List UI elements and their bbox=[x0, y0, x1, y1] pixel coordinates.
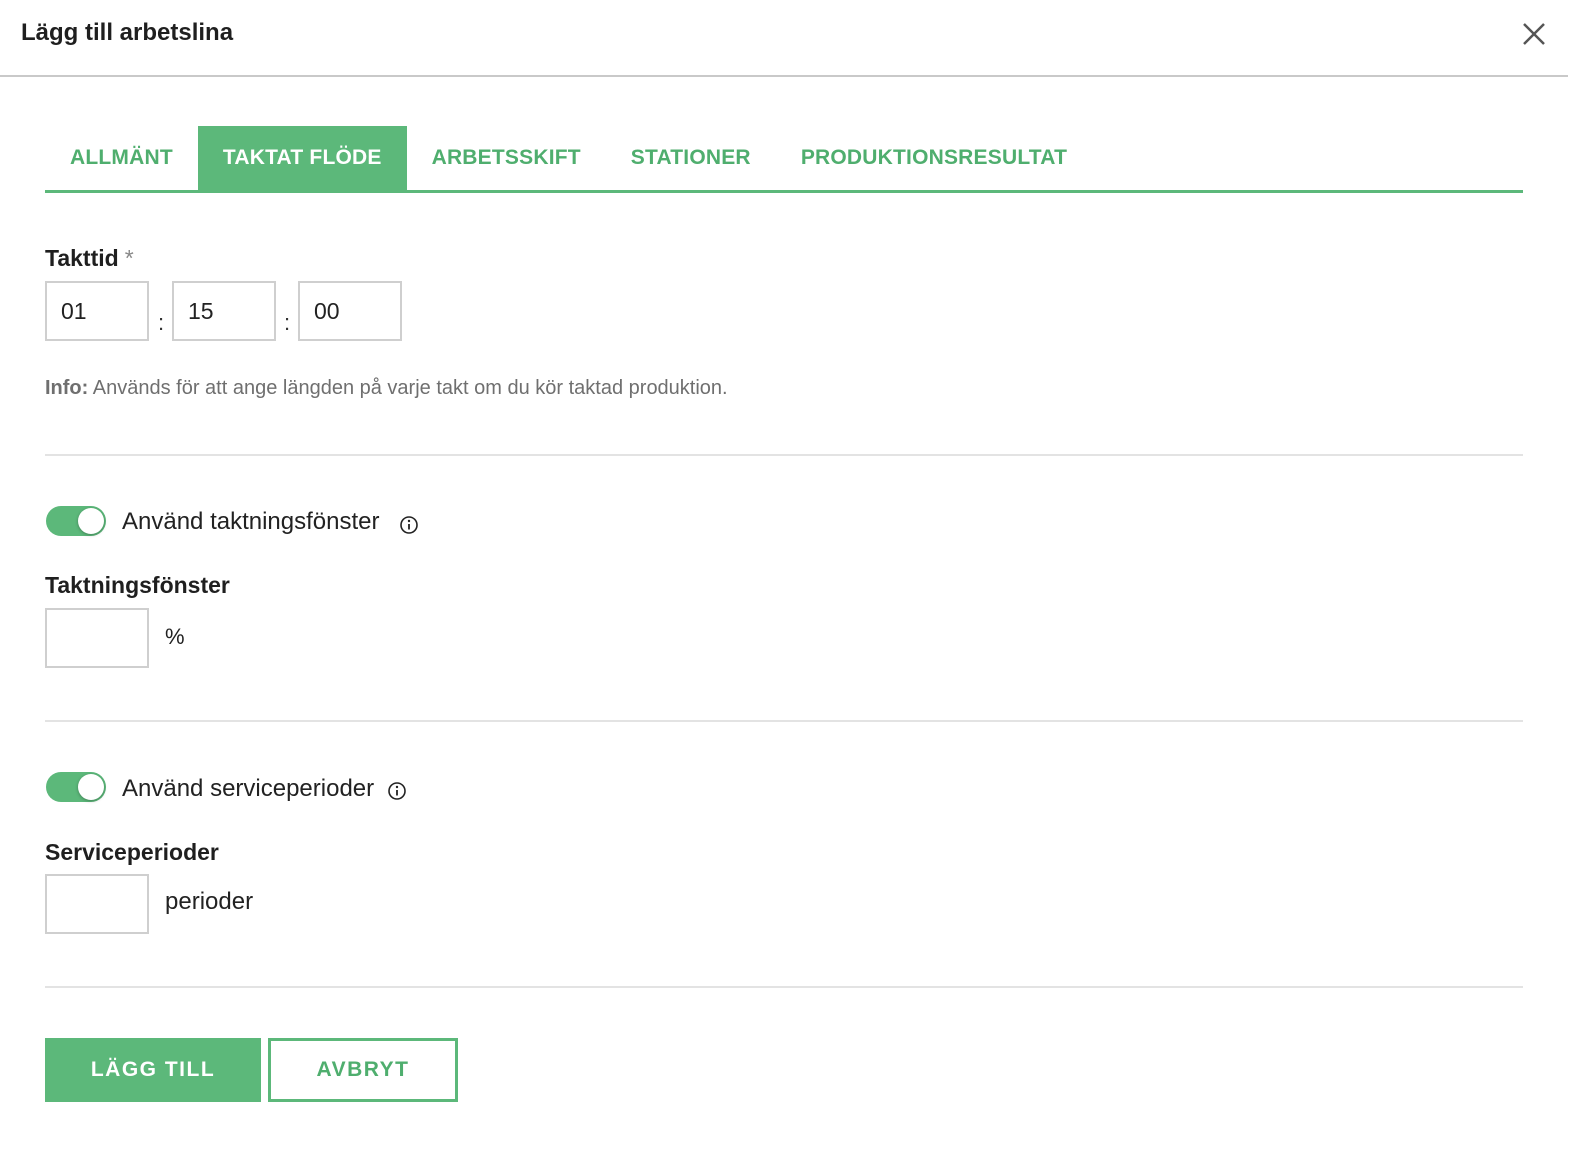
takttid-label-text: Takttid bbox=[45, 245, 119, 271]
add-button[interactable]: LÄGG TILL bbox=[45, 1038, 261, 1102]
percent-unit: % bbox=[165, 624, 185, 649]
info-text: Används för att ange längden på varje ta… bbox=[88, 377, 728, 399]
required-marker: * bbox=[124, 245, 134, 271]
tab-arbetsskift[interactable]: ARBETSSKIFT bbox=[407, 126, 606, 190]
time-separator: : bbox=[284, 310, 291, 335]
info-icon[interactable] bbox=[387, 781, 407, 801]
takttid-seconds-input[interactable] bbox=[298, 281, 402, 341]
serviceperioder-input[interactable] bbox=[45, 874, 149, 934]
divider bbox=[45, 454, 1523, 456]
taktningsfonster-label: Taktningsfönster bbox=[45, 572, 230, 598]
takttid-hours-input[interactable] bbox=[45, 281, 149, 341]
toggle-knob bbox=[78, 774, 104, 800]
time-separator: : bbox=[158, 310, 165, 335]
tab-stationer[interactable]: STATIONER bbox=[606, 126, 776, 190]
taktningsfonster-input[interactable] bbox=[45, 608, 149, 668]
divider bbox=[45, 986, 1523, 988]
takttid-minutes-input[interactable] bbox=[172, 281, 276, 341]
close-icon[interactable] bbox=[1518, 18, 1550, 50]
tab-bar: ALLMÄNT TAKTAT FLÖDE ARBETSSKIFT STATION… bbox=[45, 126, 1523, 193]
cancel-button[interactable]: AVBRYT bbox=[268, 1038, 458, 1102]
tab-produktionsresultat[interactable]: PRODUKTIONSRESULTAT bbox=[776, 126, 1092, 190]
serviceperioder-toggle[interactable] bbox=[46, 772, 106, 802]
toggle-knob bbox=[78, 508, 104, 534]
serviceperioder-toggle-label: Använd serviceperioder bbox=[122, 775, 375, 802]
tab-allmant[interactable]: ALLMÄNT bbox=[45, 126, 198, 190]
dialog-header: Lägg till arbetslina bbox=[0, 0, 1568, 77]
info-prefix: Info: bbox=[45, 377, 89, 399]
serviceperioder-label: Serviceperioder bbox=[45, 839, 219, 865]
divider bbox=[45, 720, 1523, 722]
info-icon[interactable] bbox=[399, 515, 419, 535]
taktningsfonster-toggle[interactable] bbox=[46, 506, 106, 536]
perioder-unit: perioder bbox=[165, 888, 254, 915]
dialog-title: Lägg till arbetslina bbox=[21, 19, 234, 46]
takttid-info: Info: Används för att ange längden på va… bbox=[45, 377, 728, 400]
taktningsfonster-toggle-label: Använd taktningsfönster bbox=[122, 508, 380, 535]
tab-taktat-flode[interactable]: TAKTAT FLÖDE bbox=[197, 126, 407, 190]
takttid-label: Takttid * bbox=[45, 245, 134, 272]
